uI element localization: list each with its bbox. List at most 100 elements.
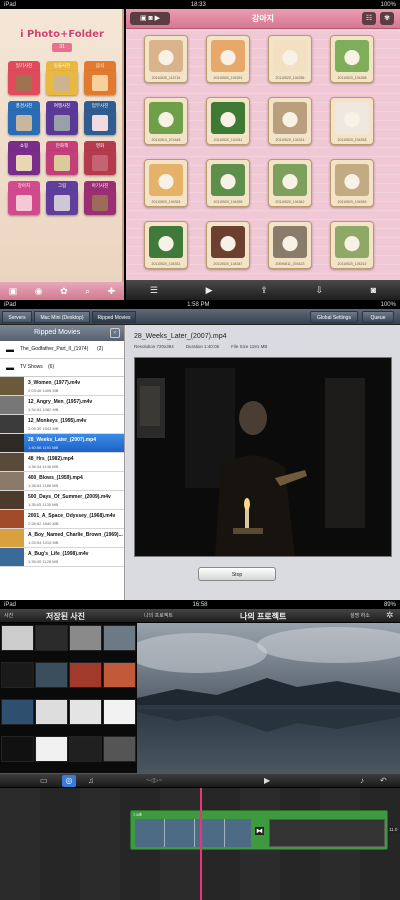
movie-title: A_Boy_Named_Charlie_Brown_(1969)... (28, 532, 123, 538)
folder-8[interactable]: 만화책 (46, 141, 78, 175)
photo-thumbnail[interactable]: 20110520_105212 (330, 221, 374, 269)
duration-label: Duration (185, 344, 203, 349)
folder-9[interactable]: 영화 (84, 141, 116, 175)
photos-button[interactable]: 사진 (4, 612, 13, 619)
info-icon[interactable]: ✾ (380, 12, 394, 25)
folder-4[interactable]: 풍경사진 (8, 101, 40, 135)
download-icon[interactable]: ⇩ (315, 285, 323, 296)
saved-photo-cell[interactable] (69, 662, 102, 688)
saved-photo-cell[interactable] (69, 699, 102, 725)
movie-row[interactable]: A_Bug's_Life_(1998).m4v 1:35:00 1128 MB (0, 548, 124, 567)
view-mode-buttons[interactable]: ▣ ◙ ▶ (130, 12, 170, 25)
crumb-mac-mini[interactable]: Mac Mini (Desktop) (34, 311, 90, 323)
search-icon[interactable]: ⌕ (85, 286, 90, 297)
folder-7[interactable]: 쇼핑 (8, 141, 40, 175)
clip-track[interactable]: 7.6초 ⧓ (130, 810, 388, 850)
movie-row[interactable]: 48_Hrs_(1982).mp4 1:36:34 1146 MB (0, 453, 124, 472)
undo-icon[interactable]: ↶ (380, 776, 387, 785)
folder-10[interactable]: 강아지 (8, 181, 40, 215)
saved-photo-cell[interactable] (35, 662, 68, 688)
saved-photo-cell[interactable] (35, 625, 68, 651)
folder-row[interactable]: ▬ The_Godfather_Part_II_(1974) (2) (0, 341, 124, 359)
description-button[interactable]: 설명 하소 (350, 612, 370, 619)
photo-thumbnail[interactable]: 20110520_104256 (268, 35, 312, 83)
saved-photo-cell[interactable] (35, 699, 68, 725)
play-icon[interactable]: ▶ (264, 776, 270, 785)
dog-photo (335, 226, 369, 258)
photo-thumbnail[interactable]: 20110520_104345 (330, 159, 374, 207)
folder-12[interactable]: 아기사진 (84, 181, 116, 215)
saved-photo-cell[interactable] (69, 736, 102, 762)
music-icon[interactable]: ♫ (88, 776, 94, 785)
photo-thumbnail[interactable]: 20110520_104311 (206, 97, 250, 145)
movie-meta: 1:25:54 1015 MB (28, 540, 59, 545)
movie-row[interactable]: 3_Women_(1977).m4v 2:03:46 1406 MB (0, 377, 124, 396)
camera-icon[interactable]: ◉ (35, 286, 43, 297)
photo-thumbnail[interactable]: 20110520_104251 (206, 35, 250, 83)
photo-thumbnail[interactable]: 20110520_104342 (268, 159, 312, 207)
gear-icon[interactable]: ✲ (386, 610, 394, 621)
saved-photo-cell[interactable] (103, 625, 136, 651)
saved-photo-cell[interactable] (103, 662, 136, 688)
photo-thumbnail[interactable]: 20110520_104335 (206, 159, 250, 207)
photo-thumbnail[interactable]: 20110520_104314 (268, 97, 312, 145)
saved-photo-cell[interactable] (103, 736, 136, 762)
folder-6[interactable]: 업무사진 (84, 101, 116, 135)
movie-row[interactable]: 28_Weeks_Later_(2007).mp4 1:40:06 1191 MB (0, 434, 124, 453)
saved-photo-cell[interactable] (103, 699, 136, 725)
photo-thumbnail[interactable]: 20110514_074445 (144, 97, 188, 145)
photo-thumbnail[interactable]: 20090811_203423 (268, 221, 312, 269)
camera-icon[interactable]: ◙ (371, 285, 376, 295)
folder-1[interactable]: 일기사진 (8, 61, 40, 95)
crumb-servers[interactable]: Servers (2, 311, 32, 323)
photo-thumbnail[interactable]: 20110520_104324 (144, 159, 188, 207)
folder-3[interactable]: 음식 (84, 61, 116, 95)
camera-icon[interactable]: ◎ (62, 775, 76, 787)
folder-2[interactable]: 동물사진 (46, 61, 78, 95)
my-project-button[interactable]: 나의 프로젝트 (144, 612, 173, 619)
saved-photo-cell[interactable] (69, 625, 102, 651)
timeline[interactable]: 7.6초 ⧓ 11.0 (0, 788, 400, 900)
folder-row[interactable]: ▬ TV Shows (6) (0, 359, 124, 377)
photo-thumbnail[interactable]: 20110520_104318 (330, 97, 374, 145)
photo-thumbnail[interactable]: 20110520_104347 (206, 221, 250, 269)
stop-button[interactable]: Stop (198, 567, 276, 581)
add-icon[interactable]: ✚ (108, 286, 116, 297)
transition-icon[interactable]: ⧓ (255, 827, 264, 835)
album-icon[interactable]: ▣ (9, 286, 18, 297)
movie-row[interactable]: 500_Days_Of_Summer_(2009).m4v 1:35:05 113… (0, 491, 124, 510)
grid-view-icon[interactable]: ☷ (362, 12, 376, 25)
photo-thumbnail[interactable]: 20110520_104331 (144, 221, 188, 269)
play-icon[interactable]: ▶ (206, 285, 213, 296)
movie-row[interactable]: 12_Angry_Men_(1957).m4v 1:34:54 1082 MB (0, 396, 124, 415)
list-icon[interactable]: ☰ (150, 285, 158, 296)
queue-button[interactable]: Queue (362, 311, 394, 323)
dog-photo (149, 226, 183, 258)
mic-icon[interactable]: ♪ (360, 776, 364, 785)
folder-thumbnail (92, 75, 108, 91)
saved-photo-cell[interactable] (1, 662, 34, 688)
frame-icon[interactable]: ▭ (40, 776, 48, 785)
folder-5[interactable]: 여행사진 (46, 101, 78, 135)
crumb-ripped-movies[interactable]: Ripped Movies (92, 311, 136, 323)
movie-row[interactable]: 400_Blows_(1959).mp4 1:38:54 1186 MB (0, 472, 124, 491)
video-preview[interactable] (134, 357, 392, 557)
folder-11[interactable]: 그림 (46, 181, 78, 215)
playhead[interactable] (200, 788, 202, 900)
status-bar-2: iPad 1:58 PM 100% (0, 300, 400, 309)
clip-thumbnails[interactable] (135, 819, 251, 847)
empty-clip[interactable] (269, 819, 385, 847)
saved-photo-cell[interactable] (35, 736, 68, 762)
saved-photo-cell[interactable] (1, 736, 34, 762)
movie-row[interactable]: 2001_A_Space_Odyssey_(1968).m4v 2:28:52 1… (0, 510, 124, 529)
share-icon[interactable]: ⇪ (260, 285, 268, 296)
movie-row[interactable]: 12_Monkeys_(1995).m4v 2:09:30 1543 MB (0, 415, 124, 434)
movie-row[interactable]: A_Boy_Named_Charlie_Brown_(1969)... 1:25:… (0, 529, 124, 548)
settings-icon[interactable]: ✿ (60, 286, 68, 297)
photo-thumbnail[interactable]: 20110520_113716 (144, 35, 188, 83)
photo-thumbnail[interactable]: 20110520_104258 (330, 35, 374, 83)
back-icon[interactable]: ‹ (110, 328, 120, 338)
saved-photo-cell[interactable] (1, 699, 34, 725)
saved-photo-cell[interactable] (1, 625, 34, 651)
global-settings-button[interactable]: Global Settings (310, 311, 358, 323)
